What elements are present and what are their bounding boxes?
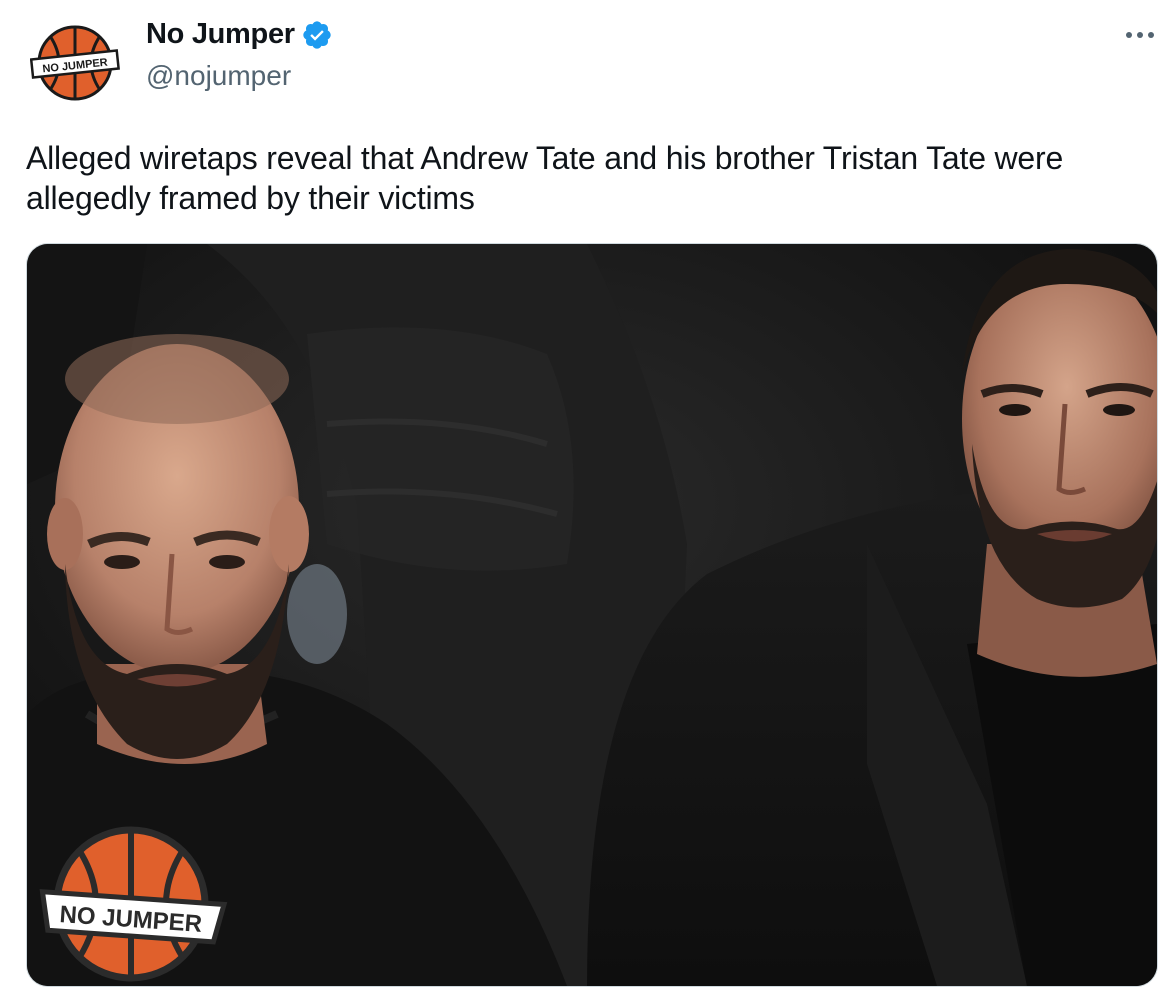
photo: NO JUMPER — [27, 244, 1157, 986]
verified-badge-icon — [301, 19, 333, 51]
display-name[interactable]: No Jumper — [146, 18, 295, 51]
tweet-text: Alleged wiretaps reveal that Andrew Tate… — [26, 140, 1064, 216]
more-horizontal-icon — [1126, 32, 1154, 38]
name-row: No Jumper — [146, 18, 333, 51]
tweet: NO JUMPER No Jumper @nojumper Alleged wi… — [0, 0, 1174, 1002]
avatar[interactable]: NO JUMPER — [29, 18, 120, 108]
handle[interactable]: @nojumper — [146, 60, 291, 92]
no-jumper-logo: NO JUMPER — [29, 25, 120, 101]
tweet-media-image[interactable]: NO JUMPER — [26, 243, 1158, 987]
more-options-button[interactable] — [1122, 20, 1158, 50]
